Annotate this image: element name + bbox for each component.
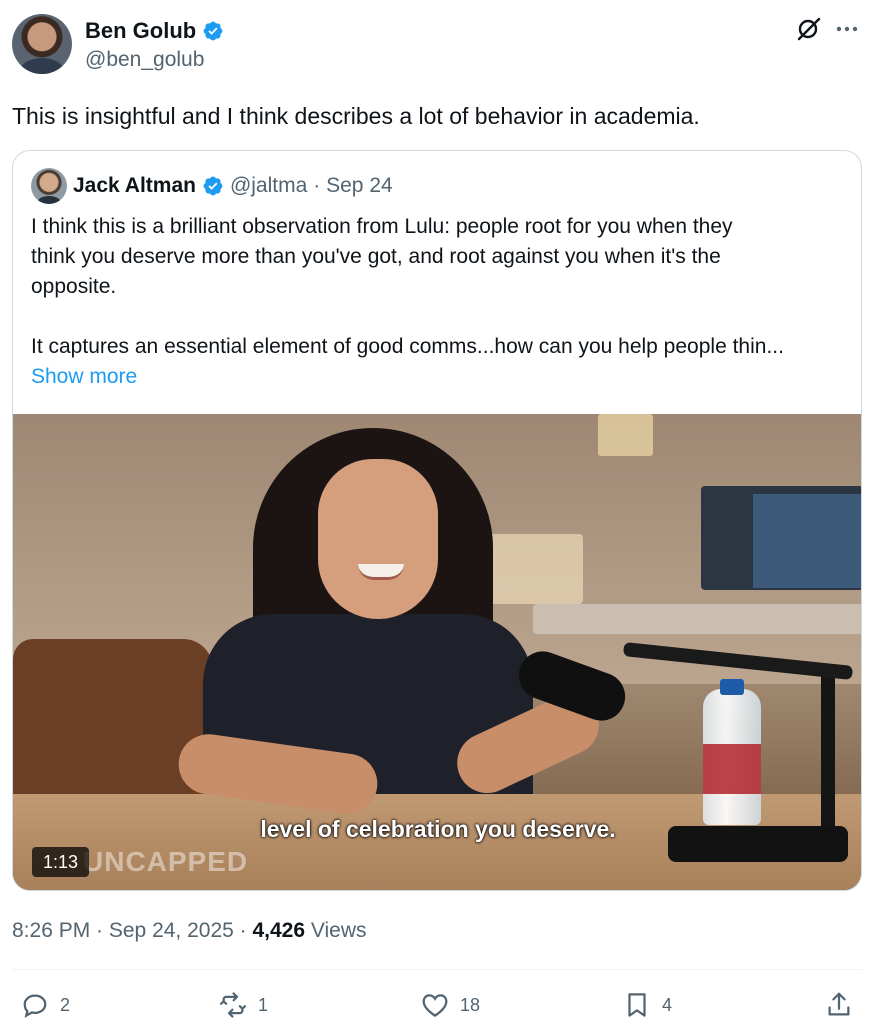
video-watermark: UNCAPPED xyxy=(83,846,249,877)
quoted-author-avatar[interactable] xyxy=(31,168,67,204)
heart-icon xyxy=(422,994,448,1017)
video-duration-badge: 1:13 xyxy=(32,847,90,877)
video-player[interactable]: level of celebration you deserve. UNCAPP… xyxy=(13,414,861,890)
show-more-link[interactable]: Show more xyxy=(31,365,137,388)
quoted-tweet-header: Jack Altman @jaltma · Sep 24 xyxy=(73,174,393,198)
bookmark-icon xyxy=(628,993,646,1017)
verified-badge-icon xyxy=(203,176,223,196)
author-avatar[interactable] xyxy=(12,14,72,74)
quoted-author-handle[interactable]: @jaltma xyxy=(230,174,307,198)
tweet-meta: 8:26 PM · Sep 24, 2025 · 4,426 Views xyxy=(12,919,367,943)
bookmark-count: 4 xyxy=(662,994,673,1015)
like-count: 18 xyxy=(460,994,481,1015)
quoted-text-line: opposite. xyxy=(31,275,117,298)
quoted-text-line: It captures an essential element of good… xyxy=(31,335,784,358)
reply-button[interactable]: 2 xyxy=(20,990,70,1020)
views-count: 4,426 xyxy=(252,919,306,942)
share-button[interactable] xyxy=(824,990,854,1020)
views-label: Views xyxy=(305,919,367,942)
author-name-row[interactable]: Ben Golub xyxy=(85,18,224,44)
quoted-tweet-date[interactable]: · Sep 24 xyxy=(313,174,392,198)
reply-icon xyxy=(23,994,47,1018)
verified-badge-icon xyxy=(203,21,223,41)
quoted-author-name[interactable]: Jack Altman xyxy=(73,174,196,198)
more-icon[interactable] xyxy=(832,14,862,44)
reply-count: 2 xyxy=(60,994,71,1015)
tweet-timestamp[interactable]: 8:26 PM · Sep 24, 2025 · xyxy=(12,919,252,942)
quoted-tweet-text: I think this is a brilliant observation … xyxy=(31,212,851,392)
share-icon xyxy=(828,992,850,1016)
divider xyxy=(12,969,862,970)
tweet-text: This is insightful and I think describes… xyxy=(12,103,700,129)
repost-icon xyxy=(220,992,246,1018)
bookmark-button[interactable]: 4 xyxy=(622,990,672,1020)
grok-icon[interactable] xyxy=(794,14,824,44)
author-handle[interactable]: @ben_golub xyxy=(85,48,204,72)
quoted-tweet-card[interactable]: Jack Altman @jaltma · Sep 24 I think thi… xyxy=(12,150,862,891)
repost-button[interactable]: 1 xyxy=(218,990,268,1020)
repost-count: 1 xyxy=(258,994,269,1015)
quoted-text-line: think you deserve more than you've got, … xyxy=(31,245,721,268)
author-name[interactable]: Ben Golub xyxy=(85,18,196,44)
quoted-text-line: I think this is a brilliant observation … xyxy=(31,215,733,238)
like-button[interactable]: 18 xyxy=(420,990,480,1020)
video-caption: level of celebration you deserve. xyxy=(260,816,616,842)
